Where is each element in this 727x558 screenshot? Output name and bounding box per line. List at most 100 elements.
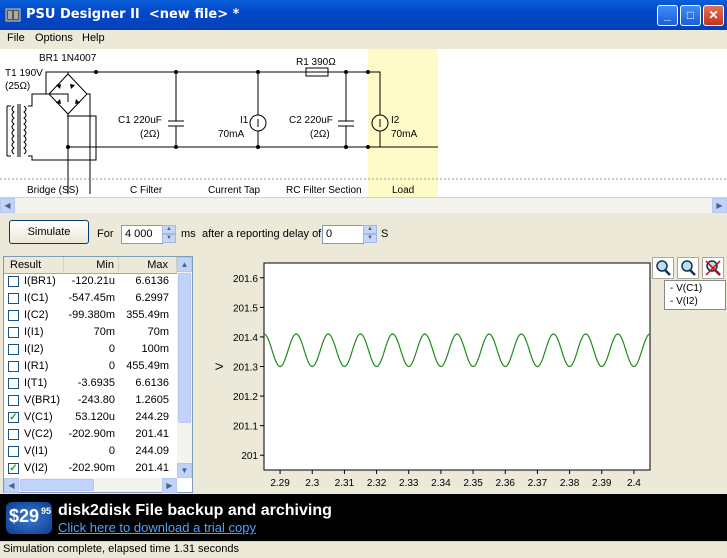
- row-checkbox[interactable]: [8, 344, 19, 355]
- scroll-right-icon[interactable]: ▶: [162, 478, 177, 493]
- results-table[interactable]: Result Min Max I(BR1) -120.21u 6.6136 I(C1)…: [3, 256, 193, 493]
- for-label: For: [97, 228, 114, 240]
- row-checkbox[interactable]: [8, 429, 19, 440]
- br1-label: BR1 1N4007: [39, 53, 97, 64]
- zoom-reset-icon[interactable]: [702, 257, 724, 279]
- schematic-scrollbar[interactable]: ◀ ▶: [0, 197, 727, 213]
- row-checkbox[interactable]: [8, 327, 19, 338]
- x-tick-label: 2.31: [335, 478, 355, 489]
- scroll-left-icon[interactable]: ◀: [0, 198, 15, 213]
- results-hscrollbar[interactable]: ◀ ▶: [4, 478, 177, 493]
- menu-options[interactable]: Options: [35, 32, 73, 44]
- table-row[interactable]: I(R1) 0 455.49m: [4, 359, 177, 376]
- row-checkbox[interactable]: [8, 395, 19, 406]
- row-result-name: V(I2): [24, 462, 48, 474]
- table-row[interactable]: V(C2) -202.90m 201.41: [4, 427, 177, 444]
- y-tick-label: 201.2: [233, 392, 258, 403]
- c2-resistance: (2Ω): [310, 129, 330, 140]
- price-cents: 95: [41, 506, 52, 516]
- title-bar[interactable]: PSU Designer II <new file> * _ □ ✕: [0, 0, 727, 30]
- y-tick-label: 201.6: [233, 274, 258, 285]
- x-tick-label: 2.34: [431, 478, 451, 489]
- row-min: -547.45m: [68, 292, 115, 304]
- row-result-name: V(BR1): [24, 394, 61, 406]
- header-result[interactable]: Result: [4, 257, 64, 273]
- scroll-down-icon[interactable]: ▼: [177, 463, 192, 478]
- row-result-name: V(I1): [24, 445, 48, 457]
- ad-banner[interactable]: $29 95 disk2disk File backup and archivi…: [0, 494, 727, 541]
- table-row[interactable]: I(BR1) -120.21u 6.6136: [4, 274, 177, 291]
- row-min: -3.6935: [77, 377, 115, 389]
- table-row[interactable]: I(I2) 0 100m: [4, 342, 177, 359]
- header-min[interactable]: Min: [64, 257, 119, 273]
- scroll-up-icon[interactable]: ▲: [177, 257, 192, 272]
- table-row[interactable]: V(BR1) -243.80 1.2605: [4, 393, 177, 410]
- x-tick-label: 2.4: [627, 478, 641, 489]
- duration-spinner[interactable]: ▲ ▼: [162, 225, 176, 244]
- row-max: 6.6136: [135, 377, 169, 389]
- x-tick-label: 2.3: [305, 478, 319, 489]
- y-tick-label: 201: [241, 451, 258, 462]
- table-row[interactable]: I(I1) 70m 70m: [4, 325, 177, 342]
- results-header: Result Min Max: [4, 257, 177, 274]
- table-row[interactable]: ✓ V(I2) -202.90m 201.41: [4, 461, 177, 478]
- header-max[interactable]: Max: [119, 257, 177, 273]
- row-checkbox[interactable]: [8, 361, 19, 372]
- table-row[interactable]: I(C2) -99.380m 355.49m: [4, 308, 177, 325]
- scroll-right-icon[interactable]: ▶: [712, 198, 727, 213]
- row-result-name: I(C2): [24, 309, 49, 321]
- row-max: 455.49m: [126, 360, 169, 372]
- row-result-name: I(R1): [24, 360, 49, 372]
- maximize-button[interactable]: □: [680, 5, 701, 26]
- window-title: PSU Designer II <new file> *: [26, 7, 240, 22]
- y-tick-label: 201.1: [233, 422, 258, 433]
- scroll-left-icon[interactable]: ◀: [4, 478, 19, 493]
- delay-input[interactable]: 0: [322, 225, 364, 244]
- row-checkbox[interactable]: ✓: [8, 463, 19, 474]
- x-tick-label: 2.29: [270, 478, 290, 489]
- row-min: 0: [108, 445, 115, 457]
- row-min: -243.80: [77, 394, 115, 406]
- hscroll-thumb[interactable]: [20, 479, 94, 491]
- table-row[interactable]: I(C1) -547.45m 6.2997: [4, 291, 177, 308]
- row-result-name: V(C2): [24, 428, 53, 440]
- row-checkbox[interactable]: [8, 446, 19, 457]
- c1-label: C1 220uF: [118, 115, 162, 126]
- results-vscrollbar[interactable]: ▲ ▼: [177, 257, 192, 478]
- row-max: 201.41: [135, 428, 169, 440]
- trial-link[interactable]: Click here to download a trial copy: [58, 520, 256, 535]
- duration-input[interactable]: 4 000: [121, 225, 163, 244]
- minimize-button[interactable]: _: [657, 5, 678, 26]
- row-min: -99.380m: [68, 309, 115, 321]
- section-rc-filter: RC Filter Section: [286, 185, 362, 196]
- row-min: 53.120u: [75, 411, 115, 423]
- row-result-name: V(C1): [24, 411, 53, 423]
- row-result-name: I(T1): [24, 377, 48, 389]
- plot-area[interactable]: [263, 262, 651, 471]
- delay-spinner[interactable]: ▲ ▼: [363, 225, 377, 244]
- menu-file[interactable]: File: [7, 32, 25, 44]
- row-result-name: I(C1): [24, 292, 49, 304]
- price: $29: [9, 506, 40, 526]
- zoom-out-icon[interactable]: [677, 257, 699, 279]
- row-checkbox[interactable]: [8, 378, 19, 389]
- close-button[interactable]: ✕: [703, 5, 724, 26]
- zoom-in-icon[interactable]: [652, 257, 674, 279]
- scroll-thumb[interactable]: [178, 273, 191, 423]
- row-checkbox[interactable]: ✓: [8, 412, 19, 423]
- menu-help[interactable]: Help: [82, 32, 105, 44]
- table-row[interactable]: V(I1) 0 244.09: [4, 444, 177, 461]
- t1-resistance: (25Ω): [5, 81, 31, 92]
- table-row[interactable]: ✓ V(C1) 53.120u 244.29: [4, 410, 177, 427]
- voltage-chart[interactable]: 201.6 201.5 201.4 201.3 201.2 201.1 201 2.29 2.3…: [194, 256, 727, 493]
- section-current-tap: Current Tap: [208, 185, 261, 196]
- x-tick-label: 2.37: [528, 478, 548, 489]
- table-row[interactable]: I(T1) -3.6935 6.6136: [4, 376, 177, 393]
- schematic-canvas[interactable]: T1 190V (25Ω) BR1 1N4007 C1 220uF (2Ω) I…: [0, 49, 727, 197]
- row-checkbox[interactable]: [8, 293, 19, 304]
- row-checkbox[interactable]: [8, 310, 19, 321]
- row-checkbox[interactable]: [8, 276, 19, 287]
- row-result-name: I(I2): [24, 343, 44, 355]
- row-min: 0: [108, 360, 115, 372]
- simulate-button[interactable]: Simulate: [9, 220, 89, 244]
